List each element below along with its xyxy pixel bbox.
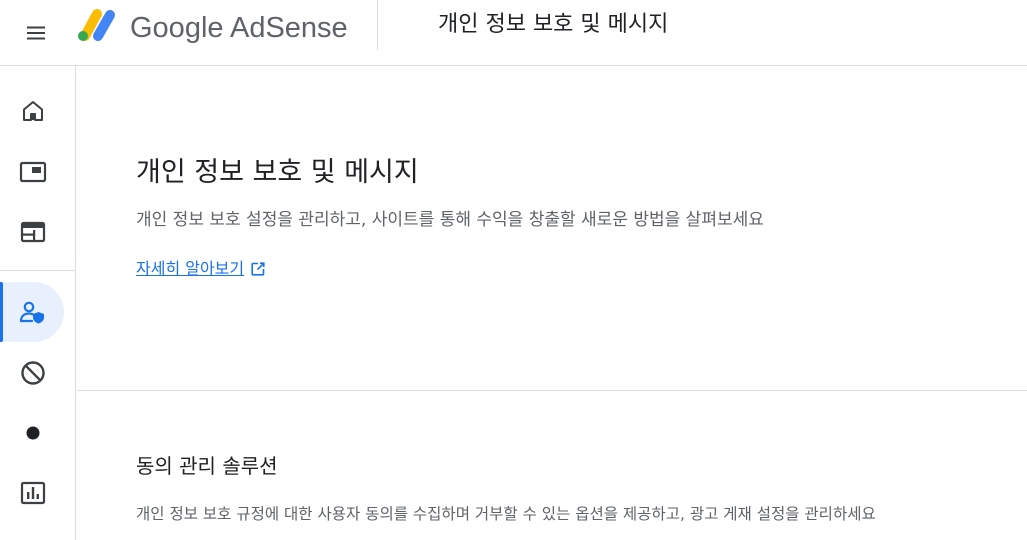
privacy-overview-section: 개인 정보 보호 및 메시지 개인 정보 보호 설정을 관리하고, 사이트를 통… <box>77 66 1027 391</box>
rail-item-ads[interactable] <box>4 143 62 201</box>
menu-icon <box>27 26 45 40</box>
brand-name[interactable]: Google AdSense <box>130 8 348 48</box>
open-in-new-icon <box>250 261 266 277</box>
rail-item-reports[interactable] <box>4 464 62 522</box>
consent-management-description: 개인 정보 보호 규정에 대한 사용자 동의를 수집하며 거부할 수 있는 옵션… <box>136 505 876 523</box>
rail-item-more[interactable] <box>4 404 62 462</box>
home-icon <box>23 101 43 121</box>
page-description: 개인 정보 보호 설정을 관리하고, 사이트를 통해 수익을 창출할 새로운 방… <box>136 210 764 230</box>
rail-divider <box>0 270 76 271</box>
dot-icon <box>26 426 40 440</box>
rail-item-home[interactable] <box>4 82 62 140</box>
main-menu-button[interactable] <box>14 11 58 55</box>
rail-item-blocking-controls[interactable] <box>4 344 62 402</box>
reports-icon <box>20 481 46 505</box>
consent-management-title: 동의 관리 솔루션 <box>136 454 278 478</box>
ads-icon <box>19 161 47 183</box>
sites-icon <box>20 221 46 243</box>
page-title: 개인 정보 보호 및 메시지 <box>136 157 419 188</box>
header-divider <box>377 0 378 50</box>
adsense-logo-icon[interactable] <box>74 4 120 46</box>
learn-more-label: 자세히 알아보기 <box>136 259 245 278</box>
top-app-bar: Google AdSense 개인 정보 보호 및 메시지 <box>0 0 1027 66</box>
rail-item-sites[interactable] <box>4 203 62 261</box>
privacy-messaging-icon <box>19 301 44 324</box>
main-content: 개인 정보 보호 및 메시지 개인 정보 보호 설정을 관리하고, 사이트를 통… <box>77 66 1027 540</box>
learn-more-link[interactable]: 자세히 알아보기 <box>136 257 266 281</box>
page-header-title: 개인 정보 보호 및 메시지 <box>438 12 669 37</box>
nav-rail <box>0 66 76 540</box>
block-icon <box>21 361 45 385</box>
rail-item-privacy-messaging[interactable] <box>0 282 64 342</box>
